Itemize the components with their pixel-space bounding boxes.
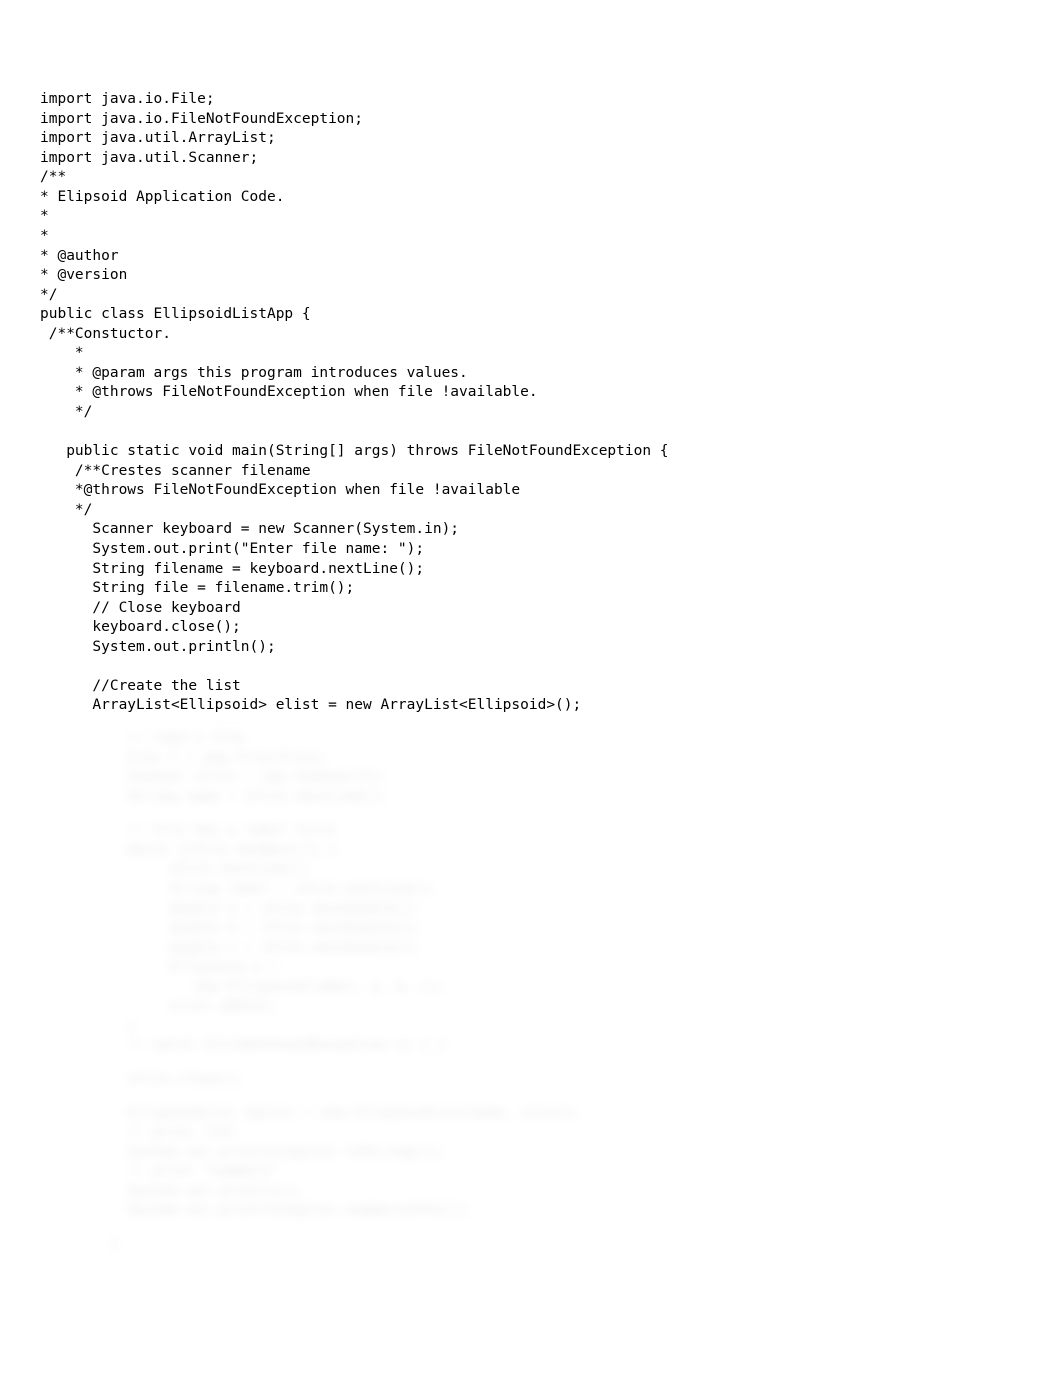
document-page: import java.io.File; import java.io.File… [0,0,1062,1377]
obscured-code-chunk: } [110,1236,1022,1256]
obscured-code-region: // read a file File f = new File(file); … [110,730,1022,1256]
obscured-code-chunk: // file has a label first while (sfile.h… [110,822,1022,1057]
obscured-code-chunk: EllipsoidList eglist = new EllipsoidList… [110,1105,1022,1222]
code-listing: import java.io.File; import java.io.File… [40,90,1022,716]
obscured-code-chunk: sfile.close(); [110,1071,1022,1091]
obscured-code-chunk: // read a file File f = new File(file); … [110,730,1022,808]
